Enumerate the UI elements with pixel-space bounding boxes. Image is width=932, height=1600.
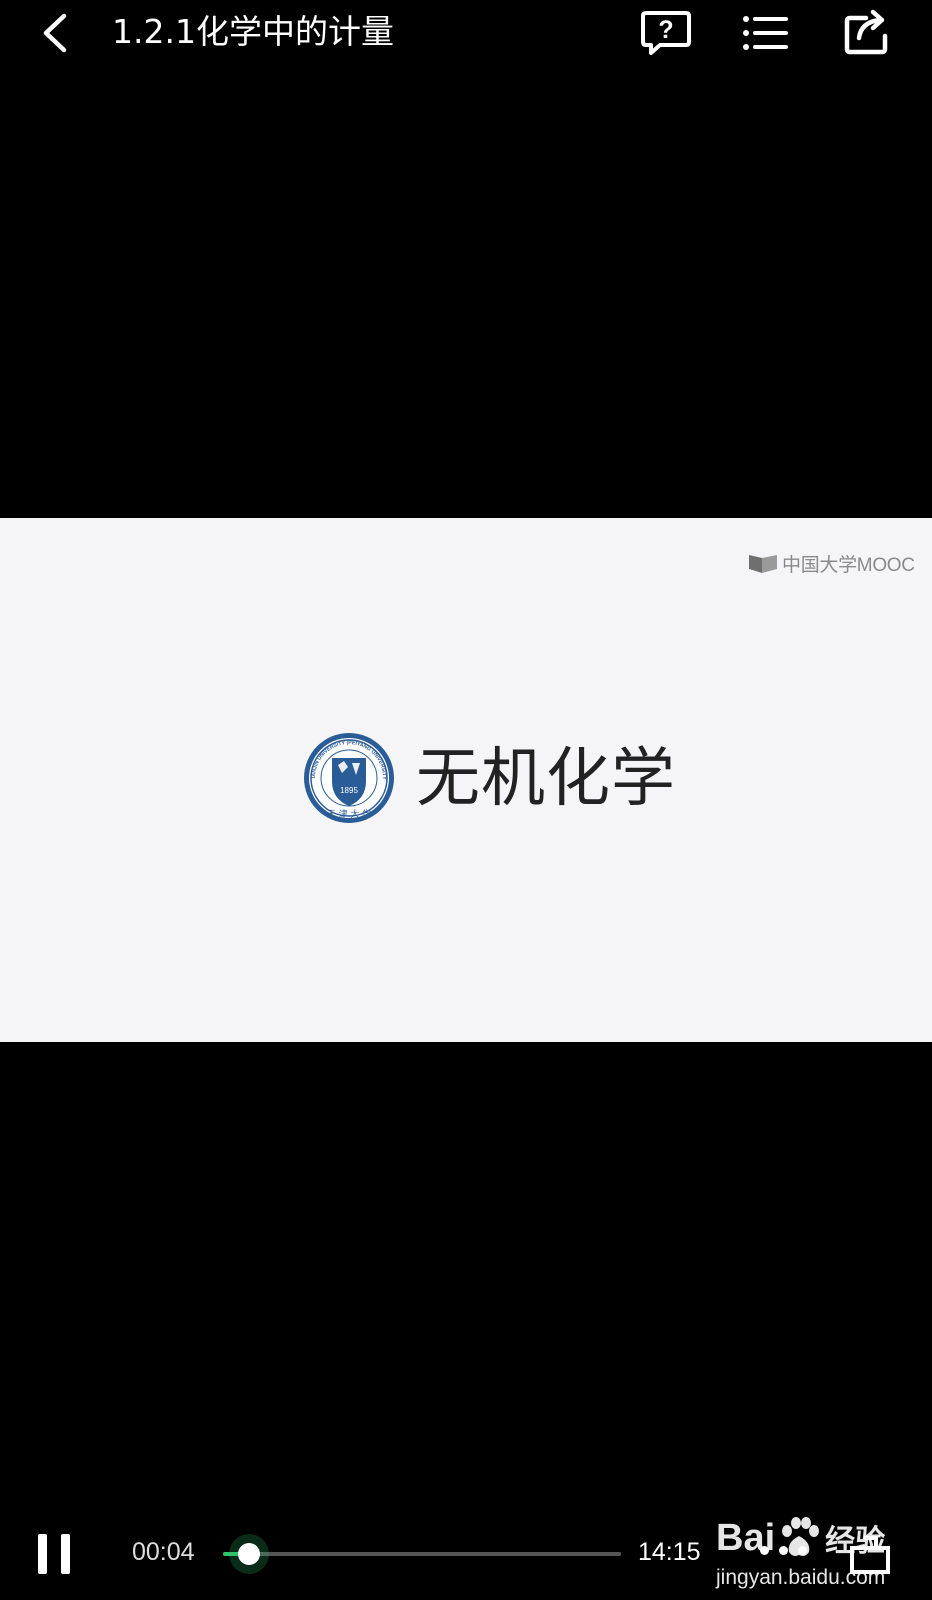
playlist-icon — [743, 16, 788, 50]
seal-year: 1895 — [340, 786, 358, 795]
mooc-watermark: 中国大学MOOC — [748, 552, 915, 576]
back-icon — [43, 13, 67, 53]
current-time: 00:04 — [132, 1538, 195, 1566]
progress-bar[interactable] — [223, 1534, 621, 1574]
back-button[interactable] — [36, 8, 76, 58]
mooc-watermark-text: 中国大学MOOC — [782, 554, 915, 576]
page-title: 1.2.1化学中的计量 — [112, 12, 394, 51]
pause-button[interactable] — [36, 1534, 72, 1574]
fullscreen-icon — [850, 1536, 890, 1574]
university-seal-logo: 1895 TIANJIN UNIVERSITY (PEIYANG UNIVERS… — [300, 727, 396, 825]
share-icon — [844, 9, 888, 55]
share-button[interactable] — [842, 8, 894, 58]
fullscreen-button[interactable] — [846, 1534, 894, 1576]
course-title: 无机化学 — [416, 742, 676, 816]
book-icon — [749, 555, 777, 573]
progress-knob[interactable] — [238, 1543, 260, 1565]
help-question-icon: ? — [641, 11, 691, 55]
svg-text:?: ? — [658, 16, 673, 44]
pause-icon — [38, 1534, 47, 1574]
total-time: 14:15 — [638, 1538, 701, 1566]
more-icon — [760, 1546, 769, 1555]
svg-text:天 津 大 学: 天 津 大 学 — [327, 808, 372, 820]
playlist-button[interactable] — [740, 8, 792, 58]
more-button[interactable] — [760, 1546, 820, 1558]
player-controls: 00:04 14:15 — [0, 1500, 932, 1600]
top-bar: 1.2.1化学中的计量 ? — [0, 0, 932, 66]
help-button[interactable]: ? — [640, 8, 692, 58]
